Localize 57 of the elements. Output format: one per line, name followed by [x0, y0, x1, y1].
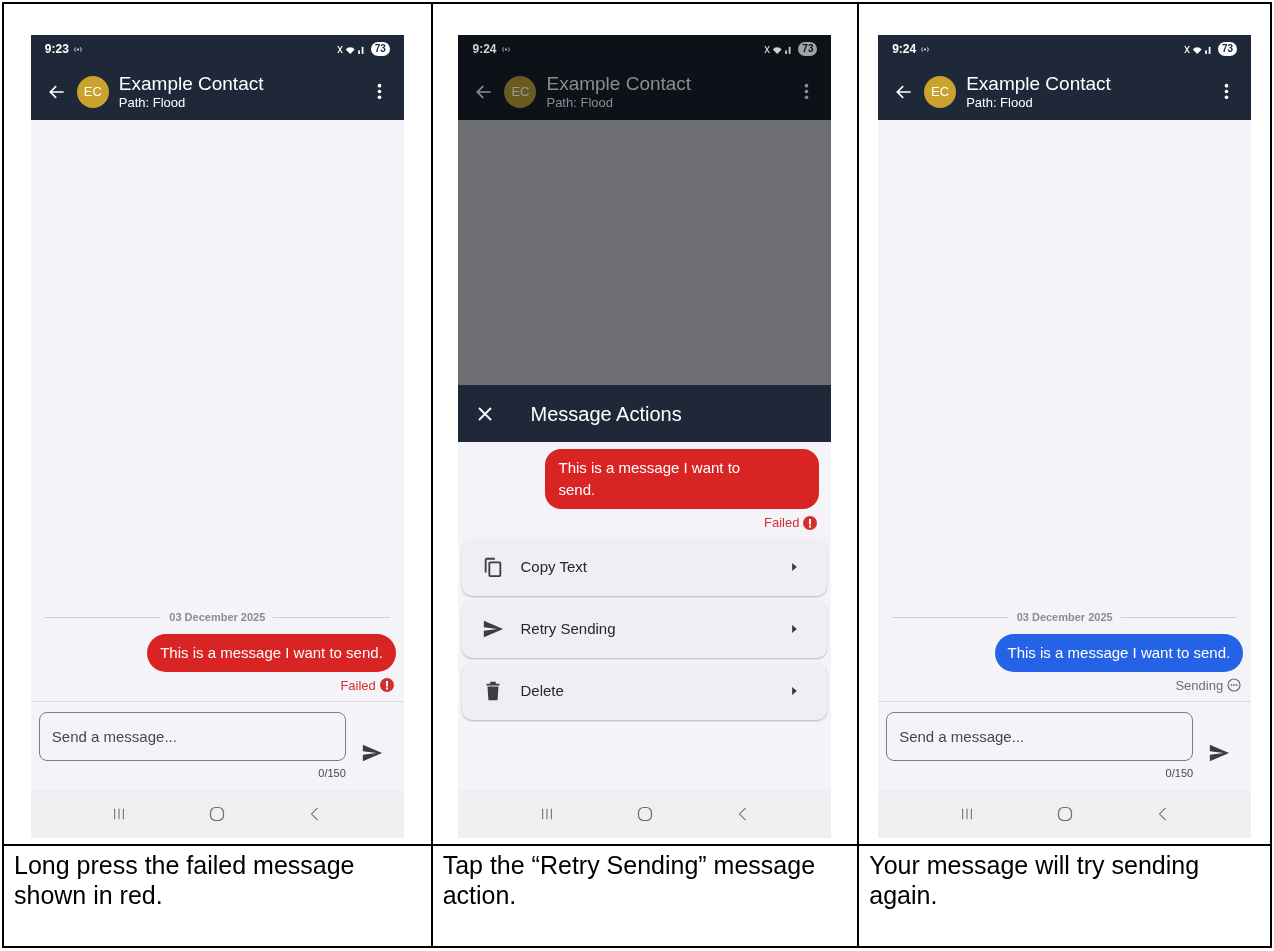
action-label: Copy Text [520, 556, 588, 577]
character-counter: 0/150 [1165, 766, 1194, 781]
message-bubble[interactable]: This is a message I want to send. [545, 449, 820, 509]
message-status: Failed [340, 676, 376, 695]
contact-path: Path: Flood [966, 95, 1034, 110]
send-icon [482, 618, 505, 640]
step-caption: Long press the failed message shown in red. [14, 850, 356, 910]
caret-icon [792, 563, 798, 571]
more-menu-icon[interactable] [804, 83, 810, 100]
contact-name: Example Contact [546, 73, 693, 95]
battery-level: 73 [370, 42, 390, 56]
clock-time: 9:24 [472, 41, 497, 58]
home-icon[interactable] [636, 806, 653, 822]
recent-apps-icon[interactable] [112, 807, 127, 821]
caret-icon [792, 687, 798, 695]
action-item[interactable]: Delete [462, 662, 828, 720]
caret-icon [792, 625, 798, 633]
message-status: Failed [764, 514, 800, 532]
recent-apps-icon[interactable] [959, 807, 974, 821]
contact-name: Example Contact [118, 73, 265, 95]
step-caption: Tap the “Retry Sending” message action. [442, 850, 817, 910]
hotspot-icon [72, 45, 83, 53]
action-label: Delete [520, 680, 565, 701]
contact-avatar: EC [924, 75, 957, 108]
message-status: Sending [1175, 676, 1224, 695]
action-item[interactable]: Copy Text [462, 538, 828, 596]
action-label: Retry Sending [520, 618, 617, 639]
hotspot-icon [920, 45, 931, 53]
home-icon[interactable] [1056, 806, 1073, 822]
sheet-title: Message Actions [530, 401, 682, 427]
message-bubble[interactable]: This is a message I want to send. [147, 633, 396, 672]
contact-name: Example Contact [966, 73, 1112, 95]
hotspot-icon [500, 45, 511, 53]
clock-time: 9:23 [44, 41, 69, 58]
message-bubble[interactable]: This is a message I want to send. [994, 633, 1244, 672]
message-input-field[interactable]: Send a message... [886, 712, 1194, 761]
action-item[interactable]: Retry Sending [462, 600, 828, 658]
date-divider: 03 December 2025 [1016, 610, 1113, 625]
close-icon[interactable] [478, 406, 493, 421]
battery-level: 73 [1218, 42, 1238, 56]
error-icon [803, 515, 818, 530]
message-input-field[interactable]: Send a message... [38, 712, 346, 761]
contact-avatar: EC [76, 75, 109, 108]
date-divider: 03 December 2025 [169, 610, 266, 625]
contact-path: Path: Flood [546, 95, 614, 110]
contact-avatar: EC [504, 75, 537, 108]
battery-level: 73 [798, 42, 818, 56]
contact-path: Path: Flood [118, 95, 187, 110]
more-menu-icon[interactable] [1224, 83, 1230, 100]
more-menu-icon[interactable] [376, 83, 382, 100]
pending-icon [1227, 678, 1242, 693]
clock-time: 9:24 [892, 41, 917, 58]
recent-apps-icon[interactable] [539, 807, 554, 821]
error-icon [379, 678, 394, 693]
step-caption: Your message will try sending again. [869, 850, 1201, 910]
character-counter: 0/150 [318, 766, 346, 781]
home-icon[interactable] [209, 806, 226, 822]
